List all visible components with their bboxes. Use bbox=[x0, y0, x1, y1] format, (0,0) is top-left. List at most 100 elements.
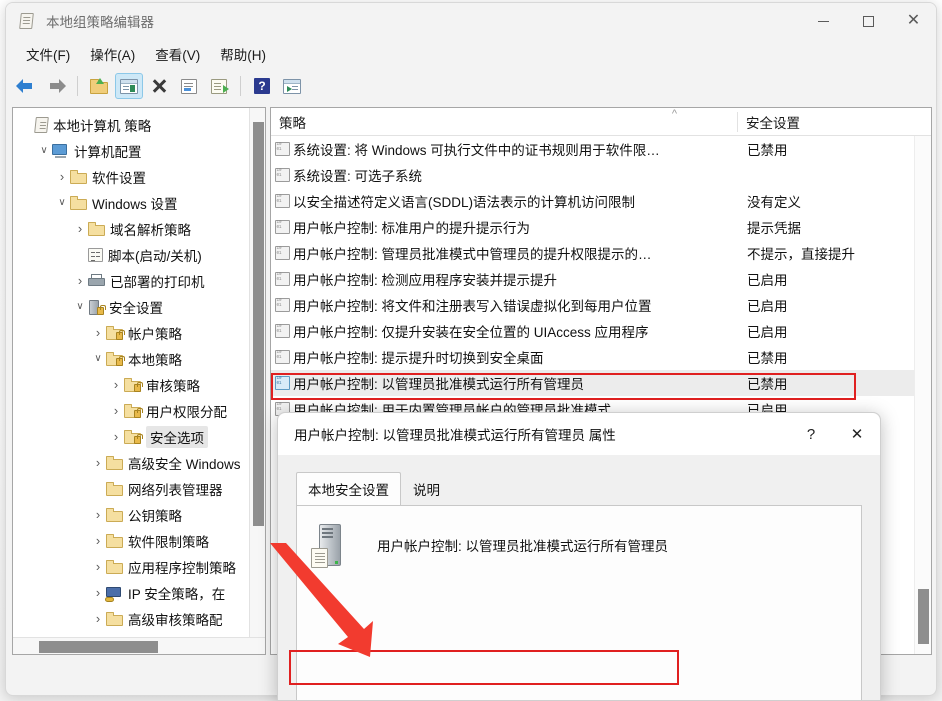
policy-icon-wrap bbox=[271, 324, 293, 338]
tree-expander-icon[interactable] bbox=[109, 378, 123, 392]
tree-expander-icon[interactable] bbox=[91, 456, 105, 470]
policy-name: 用户帐户控制: 将文件和注册表写入错误虚拟化到每用户位置 bbox=[293, 299, 652, 314]
policy-name: 用户帐户控制: 提示提升时切换到安全桌面 bbox=[293, 351, 544, 366]
tree-vertical-scroll-thumb[interactable] bbox=[253, 122, 264, 526]
tree-expander-icon[interactable] bbox=[37, 146, 51, 156]
policy-name: 以安全描述符定义语言(SDDL)语法表示的计算机访问限制 bbox=[293, 195, 636, 210]
list-vertical-scrollbar[interactable] bbox=[914, 136, 931, 654]
tree-item[interactable]: 计算机配置 bbox=[13, 138, 265, 164]
help-icon: ? bbox=[254, 78, 270, 94]
column-header-policy-label: 策略 bbox=[279, 115, 306, 131]
properties-button[interactable] bbox=[175, 73, 203, 99]
column-header-security-setting[interactable]: 安全设置 bbox=[737, 111, 931, 132]
tree-expander-icon[interactable] bbox=[55, 198, 69, 208]
menu-file[interactable]: 文件(F) bbox=[16, 41, 80, 67]
back-button[interactable] bbox=[12, 73, 40, 99]
policy-row[interactable]: 用户帐户控制: 标准用户的提升提示行为 提示凭据 bbox=[271, 214, 914, 240]
tab-explain[interactable]: 说明 bbox=[401, 472, 452, 506]
tree-item-label: 本地策略 bbox=[128, 353, 182, 368]
tree-expander-icon[interactable] bbox=[91, 354, 105, 364]
console-tree[interactable]: 本地计算机 策略计算机配置软件设置 Windows 设置域名解析策略脚本(启动/关… bbox=[13, 108, 265, 637]
policy-setting-icon bbox=[274, 350, 290, 364]
run-button[interactable] bbox=[278, 73, 306, 99]
tree-expander-icon[interactable] bbox=[73, 274, 87, 288]
tree-item[interactable]: 高级安全 Windows bbox=[13, 450, 265, 476]
tree-item[interactable]: 公钥策略 bbox=[13, 502, 265, 528]
up-folder-button[interactable] bbox=[85, 73, 113, 99]
menu-help[interactable]: 帮助(H) bbox=[210, 41, 276, 67]
policy-row[interactable]: 以安全描述符定义语言(SDDL)语法表示的计算机访问限制 没有定义 bbox=[271, 188, 914, 214]
column-header-policy[interactable]: 策略 ^ bbox=[271, 108, 737, 132]
tree-item[interactable]: 本地计算机 策略 bbox=[13, 112, 265, 138]
tree-item[interactable]: 安全设置 bbox=[13, 294, 265, 320]
properties-icon bbox=[181, 78, 197, 94]
tree-expander-icon[interactable] bbox=[91, 612, 105, 626]
tree-item[interactable]: Windows 设置 bbox=[13, 190, 265, 216]
close-button[interactable]: ✕ bbox=[891, 3, 936, 39]
tree-expander-icon[interactable] bbox=[55, 170, 69, 184]
export-list-button[interactable] bbox=[205, 73, 233, 99]
policy-row[interactable]: 用户帐户控制: 检测应用程序安装并提示提升 已启用 bbox=[271, 266, 914, 292]
tree-item[interactable]: 域名解析策略 bbox=[13, 216, 265, 242]
show-hide-tree-button[interactable] bbox=[115, 73, 143, 99]
tree-expander-icon[interactable] bbox=[91, 534, 105, 548]
tree-expander-icon[interactable] bbox=[91, 326, 105, 340]
tree-item[interactable]: 帐户策略 bbox=[13, 320, 265, 346]
tree-item[interactable]: 本地策略 bbox=[13, 346, 265, 372]
folder-lock-icon bbox=[106, 352, 125, 366]
policy-row[interactable]: 用户帐户控制: 以管理员批准模式运行所有管理员 已禁用 bbox=[271, 370, 914, 396]
tree-item[interactable]: 软件设置 bbox=[13, 164, 265, 190]
tree-item[interactable]: 应用程序控制策略 bbox=[13, 554, 265, 580]
tree-item[interactable]: 软件限制策略 bbox=[13, 528, 265, 554]
policy-row[interactable]: 用户帐户控制: 将文件和注册表写入错误虚拟化到每用户位置 已启用 bbox=[271, 292, 914, 318]
tree-expander-icon[interactable] bbox=[91, 586, 105, 600]
policy-row[interactable]: 用户帐户控制: 提示提升时切换到安全桌面 已禁用 bbox=[271, 344, 914, 370]
tree-item[interactable]: IP 安全策略，在 bbox=[13, 580, 265, 606]
tree-item[interactable]: 用户权限分配 bbox=[13, 398, 265, 424]
menu-bar: 文件(F) 操作(A) 查看(V) 帮助(H) bbox=[6, 39, 936, 69]
tree-item-label: 网络列表管理器 bbox=[128, 483, 223, 498]
forward-button[interactable] bbox=[42, 73, 70, 99]
tree-item[interactable]: 安全选项 bbox=[13, 424, 265, 450]
menu-action[interactable]: 操作(A) bbox=[80, 41, 145, 67]
help-button[interactable]: ? bbox=[248, 73, 276, 99]
policy-icon-wrap bbox=[271, 220, 293, 234]
policy-row[interactable]: 用户帐户控制: 仅提升安装在安全位置的 UIAccess 应用程序 已启用 bbox=[271, 318, 914, 344]
tab-local-security-setting[interactable]: 本地安全设置 bbox=[296, 472, 401, 506]
policy-row[interactable]: 系统设置: 将 Windows 可执行文件中的证书规则用于软件限… 已禁用 bbox=[271, 136, 914, 162]
tree-expander-icon[interactable] bbox=[73, 302, 87, 312]
menu-view[interactable]: 查看(V) bbox=[145, 41, 210, 67]
policy-list-rows: 系统设置: 将 Windows 可执行文件中的证书规则用于软件限…已禁用系统设置… bbox=[271, 136, 914, 422]
delete-button[interactable] bbox=[145, 73, 173, 99]
tree-expander-icon[interactable] bbox=[73, 222, 87, 236]
tree-horizontal-scrollbar[interactable] bbox=[13, 637, 265, 654]
tree-item-label: 域名解析策略 bbox=[110, 223, 191, 238]
policy-row[interactable]: 用户帐户控制: 管理员批准模式中管理员的提升权限提示的… 不提示，直接提升 bbox=[271, 240, 914, 266]
tree-horizontal-scroll-thumb[interactable] bbox=[39, 641, 158, 653]
tree-expander-icon[interactable] bbox=[91, 560, 105, 574]
tree-expander-icon[interactable] bbox=[109, 404, 123, 418]
minimize-button[interactable] bbox=[801, 3, 846, 39]
tree-item[interactable]: 已部署的打印机 bbox=[13, 268, 265, 294]
dialog-help-button[interactable]: ? bbox=[788, 413, 834, 455]
policy-setting-icon bbox=[274, 272, 290, 286]
tree-vertical-scrollbar[interactable] bbox=[249, 108, 265, 637]
dialog-close-button[interactable]: ✕ bbox=[834, 413, 880, 455]
tree-expander-icon[interactable] bbox=[109, 430, 123, 444]
tree-expander-icon[interactable] bbox=[91, 508, 105, 522]
policy-setting-icon bbox=[274, 298, 290, 312]
tree-item[interactable]: 网络列表管理器 bbox=[13, 476, 265, 502]
maximize-button[interactable] bbox=[846, 3, 891, 39]
tab-panel-local-security-setting: 用户帐户控制: 以管理员批准模式运行所有管理员 已启用(E) 已禁用(S) bbox=[296, 505, 862, 700]
policy-setting-icon bbox=[274, 142, 290, 156]
policy-security-setting: 已禁用 bbox=[747, 143, 788, 158]
policy-name: 系统设置: 将 Windows 可执行文件中的证书规则用于软件限… bbox=[293, 143, 660, 158]
policy-row[interactable]: 系统设置: 可选子系统 bbox=[271, 162, 914, 188]
policy-security-setting: 已启用 bbox=[747, 325, 788, 340]
dialog-title: 用户帐户控制: 以管理员批准模式运行所有管理员 属性 bbox=[294, 428, 616, 443]
list-vertical-scroll-thumb[interactable] bbox=[918, 589, 929, 644]
policy-list-header: 策略 ^ 安全设置 bbox=[271, 108, 931, 136]
tree-item[interactable]: 高级审核策略配 bbox=[13, 606, 265, 632]
tree-item[interactable]: 审核策略 bbox=[13, 372, 265, 398]
tree-item[interactable]: 脚本(启动/关机) bbox=[13, 242, 265, 268]
